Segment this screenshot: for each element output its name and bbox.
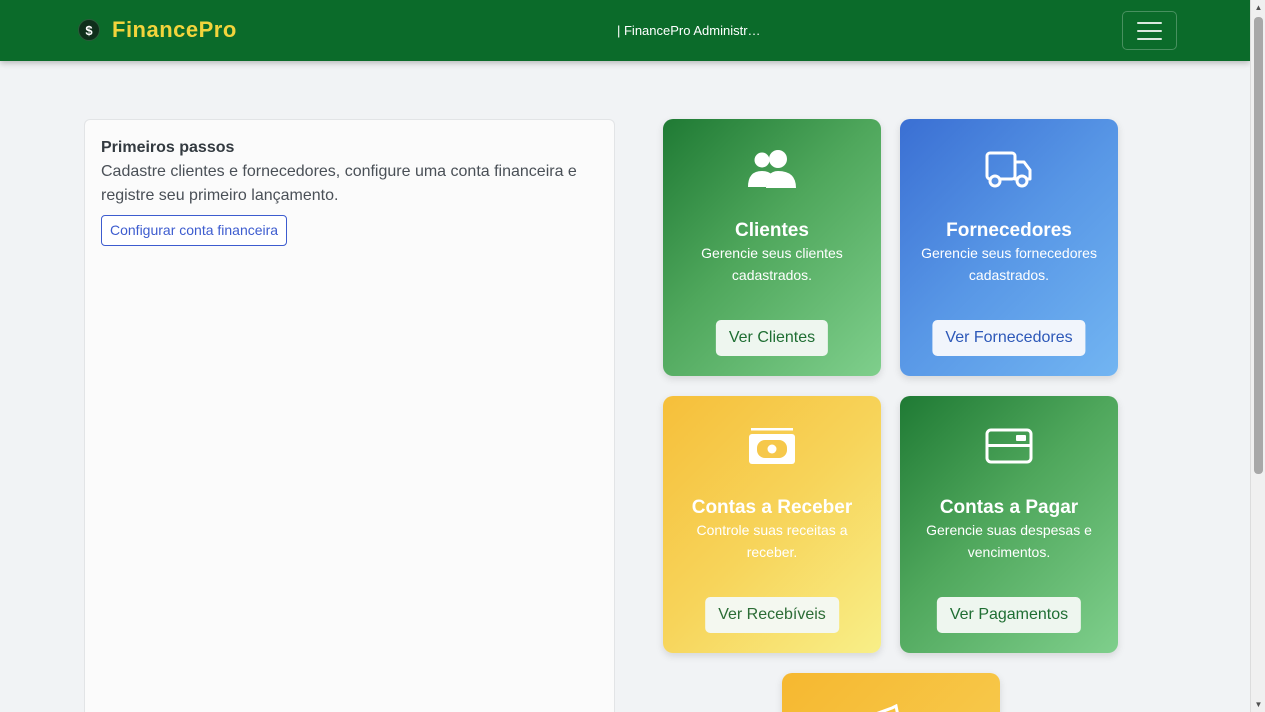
view-payments-button[interactable]: Ver Pagamentos — [936, 597, 1082, 633]
card-fornecedores: Fornecedores Gerencie seus fornecedores … — [900, 119, 1118, 376]
card-clientes: Clientes Gerencie seus clientes cadastra… — [663, 119, 881, 376]
getting-started-panel: Primeiros passos Cadastre clientes e for… — [84, 119, 615, 712]
brand[interactable]: $ FinancePro — [78, 17, 237, 43]
getting-started-text: Cadastre clientes e fornecedores, config… — [101, 163, 577, 204]
card-contas-pagar: Contas a Pagar Gerencie suas despesas e … — [900, 396, 1118, 653]
truck-icon — [900, 149, 1118, 189]
navbar-subtitle: | FinancePro Administr… — [617, 23, 761, 38]
card-description: Gerencie seus fornecedores cadastrados. — [921, 245, 1097, 283]
credit-card-icon — [900, 426, 1118, 466]
view-receivables-button[interactable]: Ver Recebíveis — [705, 597, 839, 633]
card-contas-receber: Contas a Receber Controle suas receitas … — [663, 396, 881, 653]
scroll-thumb[interactable] — [1254, 17, 1263, 474]
card-title: Contas a Pagar — [939, 497, 1079, 518]
wallet-icon — [868, 703, 914, 712]
hamburger-menu-icon — [1137, 37, 1162, 40]
view-clients-button[interactable]: Ver Clientes — [715, 320, 829, 356]
menu-toggle-button[interactable] — [1122, 11, 1177, 50]
users-icon — [663, 149, 881, 189]
card-description: Gerencie seus clientes cadastrados. — [701, 245, 843, 283]
hamburger-menu-icon — [1137, 21, 1162, 24]
vertical-scrollbar[interactable]: ▲ ▼ — [1250, 0, 1265, 712]
card-title: Contas a Receber — [691, 497, 853, 518]
card-description: Controle suas receitas a receber. — [696, 522, 848, 560]
view-suppliers-button[interactable]: Ver Fornecedores — [932, 320, 1086, 356]
hamburger-menu-icon — [1137, 29, 1162, 32]
scroll-down-icon[interactable]: ▼ — [1251, 697, 1265, 712]
configure-account-button[interactable]: Configurar conta financeira — [101, 215, 288, 246]
card-description: Gerencie suas despesas e vencimentos. — [926, 522, 1092, 560]
money-bill-icon — [663, 426, 881, 466]
top-navbar: $ FinancePro | FinancePro Administr… — [0, 0, 1250, 61]
brand-name: FinancePro — [112, 17, 237, 42]
dollar-coin-icon: $ — [78, 19, 100, 41]
scroll-up-icon[interactable]: ▲ — [1251, 0, 1265, 15]
card-title: Clientes — [735, 220, 809, 241]
card-partial — [782, 673, 1000, 712]
card-title: Fornecedores — [946, 220, 1072, 241]
getting-started-title: Primeiros passos — [101, 139, 235, 156]
